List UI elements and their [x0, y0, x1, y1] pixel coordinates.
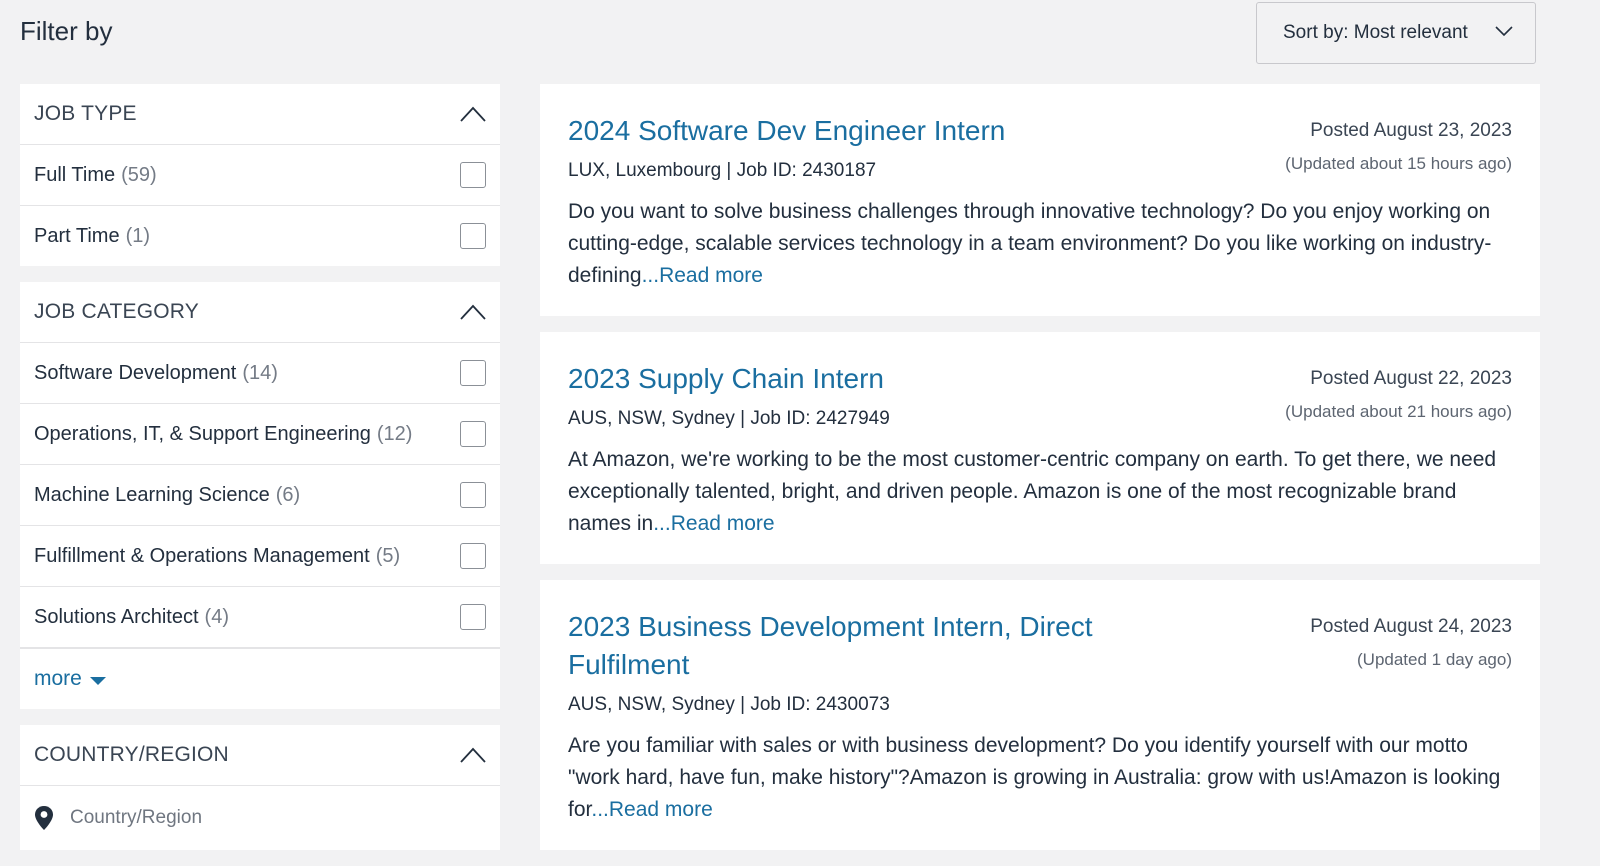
chevron-up-icon: [460, 747, 486, 763]
job-category-header[interactable]: JOB CATEGORY: [20, 282, 500, 343]
filter-option-operations-it[interactable]: Operations, IT, & Support Engineering (12…: [20, 404, 500, 465]
checkbox[interactable]: [460, 421, 486, 447]
option-label: Fulfillment & Operations Management: [34, 544, 370, 567]
option-count: (4): [204, 605, 229, 628]
checkbox[interactable]: [460, 604, 486, 630]
job-card: 2024 Software Dev Engineer Intern LUX, L…: [540, 84, 1540, 316]
job-results-list: 2024 Software Dev Engineer Intern LUX, L…: [540, 84, 1540, 866]
option-count: (6): [275, 483, 301, 506]
job-category-title: JOB CATEGORY: [34, 300, 199, 323]
checkbox[interactable]: [460, 223, 486, 249]
read-more-link[interactable]: ...Read more: [591, 798, 712, 821]
option-label: Operations, IT, & Support Engineering: [34, 422, 371, 445]
job-category-panel: JOB CATEGORY Software Development (14) Op…: [20, 282, 500, 709]
caret-down-icon: [89, 677, 106, 685]
job-type-panel: JOB TYPE Full Time (59) Part Time (1): [20, 84, 500, 266]
filter-option-part-time[interactable]: Part Time (1): [20, 206, 500, 266]
chevron-up-icon: [460, 304, 486, 320]
option-count: (14): [242, 361, 278, 384]
chevron-down-icon: [1495, 26, 1513, 37]
country-region-input[interactable]: [68, 806, 452, 830]
more-label: more: [34, 667, 82, 690]
job-title-link[interactable]: 2024 Software Dev Engineer Intern: [568, 112, 1268, 150]
filter-option-software-development[interactable]: Software Development (14): [20, 343, 500, 404]
checkbox[interactable]: [460, 162, 486, 188]
chevron-up-icon: [460, 106, 486, 122]
option-label: Full Time: [34, 163, 116, 186]
updated-date: (Updated 1 day ago): [1357, 650, 1512, 669]
option-label: Part Time: [34, 224, 120, 247]
option-count: (12): [376, 422, 413, 445]
posted-date: Posted August 22, 2023: [1310, 368, 1512, 389]
job-title-link[interactable]: 2023 Supply Chain Intern: [568, 360, 1268, 398]
checkbox[interactable]: [460, 482, 486, 508]
sort-dropdown[interactable]: Sort by: Most relevant: [1256, 2, 1536, 64]
filter-option-solutions-architect[interactable]: Solutions Architect (4): [20, 587, 500, 648]
checkbox[interactable]: [460, 543, 486, 569]
country-region-header[interactable]: COUNTRY/REGION: [20, 725, 500, 786]
filter-option-fulfillment[interactable]: Fulfillment & Operations Management (5): [20, 526, 500, 587]
job-description: At Amazon, we're working to be the most …: [568, 444, 1512, 540]
sort-label: Sort by: Most relevant: [1283, 22, 1468, 43]
filter-sidebar: JOB TYPE Full Time (59) Part Time (1) JOB …: [20, 84, 500, 866]
more-row: more: [20, 648, 500, 709]
option-count: (1): [125, 224, 151, 247]
filter-option-full-time[interactable]: Full Time (59): [20, 145, 500, 206]
updated-date: (Updated about 15 hours ago): [1285, 154, 1512, 173]
job-card: 2023 Business Development Intern, Direct…: [540, 580, 1540, 850]
posted-date: Posted August 23, 2023: [1310, 120, 1512, 141]
option-label: Solutions Architect: [34, 605, 199, 628]
job-dates: Posted August 23, 2023 (Updated about 15…: [1285, 120, 1512, 174]
filter-option-machine-learning[interactable]: Machine Learning Science (6): [20, 465, 500, 526]
read-more-link[interactable]: ...Read more: [653, 512, 774, 535]
country-region-panel: COUNTRY/REGION: [20, 725, 500, 850]
option-label: Software Development: [34, 361, 237, 384]
country-region-row: [20, 786, 500, 850]
more-link[interactable]: more: [34, 667, 106, 691]
option-label: Machine Learning Science: [34, 483, 270, 506]
map-pin-icon: [35, 806, 53, 830]
job-dates: Posted August 24, 2023 (Updated 1 day ag…: [1310, 616, 1512, 670]
country-region-title: COUNTRY/REGION: [34, 743, 229, 766]
option-count: (5): [375, 544, 401, 567]
job-description: Do you want to solve business challenges…: [568, 196, 1512, 292]
job-card: 2023 Supply Chain Intern AUS, NSW, Sydne…: [540, 332, 1540, 564]
job-type-title: JOB TYPE: [34, 102, 137, 125]
job-title-link[interactable]: 2023 Business Development Intern, Direct…: [568, 608, 1108, 684]
posted-date: Posted August 24, 2023: [1310, 616, 1512, 637]
job-description: Are you familiar with sales or with busi…: [568, 730, 1512, 826]
job-type-header[interactable]: JOB TYPE: [20, 84, 500, 145]
checkbox[interactable]: [460, 360, 486, 386]
option-count: (59): [121, 163, 157, 186]
job-meta: AUS, NSW, Sydney | Job ID: 2430073: [568, 694, 890, 715]
read-more-link[interactable]: ...Read more: [642, 264, 763, 287]
filter-title: Filter by: [20, 16, 113, 46]
updated-date: (Updated about 21 hours ago): [1285, 402, 1512, 421]
job-dates: Posted August 22, 2023 (Updated about 21…: [1285, 368, 1512, 422]
